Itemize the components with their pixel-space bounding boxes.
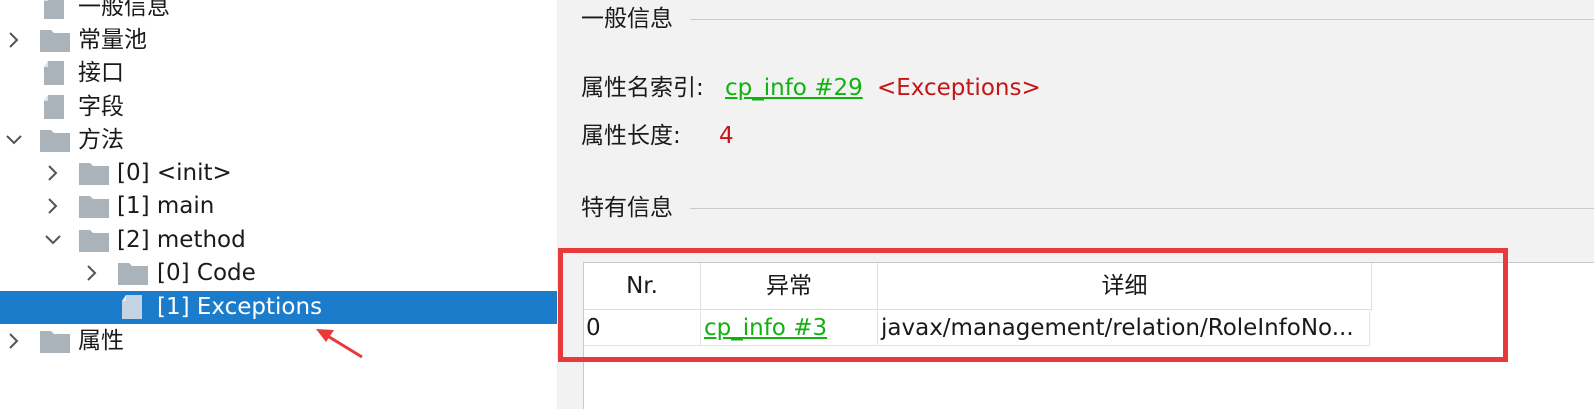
chevron-right-icon[interactable] (4, 30, 24, 50)
chevron-right-icon[interactable] (4, 331, 24, 351)
section-title-specific: 特有信息 (581, 195, 673, 221)
tree-item-methods[interactable]: 方法 (0, 124, 557, 157)
tree-item-constant-pool[interactable]: 常量池 (0, 24, 557, 57)
attribute-name-index-label: 属性名索引: (581, 75, 704, 101)
section-divider (690, 208, 1594, 209)
attribute-length-label: 属性长度: (581, 123, 681, 149)
annotation-arrow-icon (316, 329, 363, 359)
tree-item-label: 字段 (78, 94, 124, 120)
tree-item-method-method[interactable]: [2] method (0, 224, 557, 257)
class-structure-tree: 一般信息 常量池 接口 字段 方法 [0] <init> [1] main [2… (0, 0, 557, 409)
chevron-right-icon[interactable] (82, 263, 102, 283)
folder-icon (40, 329, 70, 353)
table-cell-nr: 0 (584, 311, 701, 346)
tree-item-label: [1] Exceptions (157, 294, 323, 320)
tree-item-label: 一般信息 (78, 0, 170, 20)
attribute-name-index-link[interactable]: cp_info #29 (725, 73, 863, 103)
file-icon (122, 295, 152, 319)
column-header-nr[interactable]: Nr. (584, 263, 701, 310)
tree-item-label: [0] Code (157, 260, 256, 286)
section-divider (690, 19, 1594, 20)
file-icon (44, 61, 74, 85)
chevron-right-icon[interactable] (43, 163, 63, 183)
file-icon (44, 95, 74, 119)
tree-item-general-info[interactable]: 一般信息 (0, 0, 557, 24)
tree-item-label: 方法 (78, 127, 124, 153)
tree-item-fields[interactable]: 字段 (0, 91, 557, 124)
tree-item-attr-exceptions[interactable]: [1] Exceptions (0, 291, 557, 324)
chevron-down-icon[interactable] (43, 230, 63, 250)
chevron-down-icon[interactable] (4, 130, 24, 150)
exceptions-table: Nr. 异常 详细 0 cp_info #3 javax/management/… (583, 262, 1594, 409)
folder-icon (79, 194, 109, 218)
tree-item-label: [0] <init> (117, 160, 232, 186)
tree-item-label: [2] method (117, 227, 246, 253)
section-title-general: 一般信息 (581, 6, 673, 32)
table-cell-detail: javax/management/relation/RoleInfoNo... (878, 311, 1370, 346)
folder-icon (79, 228, 109, 252)
folder-icon (40, 128, 70, 152)
folder-icon (118, 261, 148, 285)
tree-item-label: 常量池 (78, 27, 147, 53)
file-icon (44, 0, 74, 19)
tree-item-method-main[interactable]: [1] main (0, 190, 557, 223)
tree-item-label: 接口 (78, 60, 124, 86)
column-header-exception[interactable]: 异常 (701, 263, 878, 310)
column-header-detail[interactable]: 详细 (878, 263, 1372, 310)
chevron-right-icon[interactable] (43, 196, 63, 216)
tree-item-label: [1] main (117, 193, 215, 219)
detail-panel: 一般信息 属性名索引: cp_info #29 <Exceptions> 属性长… (557, 0, 1594, 409)
folder-icon (79, 161, 109, 185)
attribute-name-value: <Exceptions> (877, 75, 1041, 101)
tree-item-interfaces[interactable]: 接口 (0, 57, 557, 90)
table-cell-exception-link[interactable]: cp_info #3 (701, 311, 878, 346)
tree-item-attributes[interactable]: 属性 (0, 325, 557, 358)
tree-item-method-init[interactable]: [0] <init> (0, 157, 557, 190)
tree-item-label: 属性 (78, 328, 124, 354)
attribute-length-value: 4 (719, 123, 734, 149)
tree-item-attr-code[interactable]: [0] Code (0, 257, 557, 290)
folder-icon (40, 28, 70, 52)
